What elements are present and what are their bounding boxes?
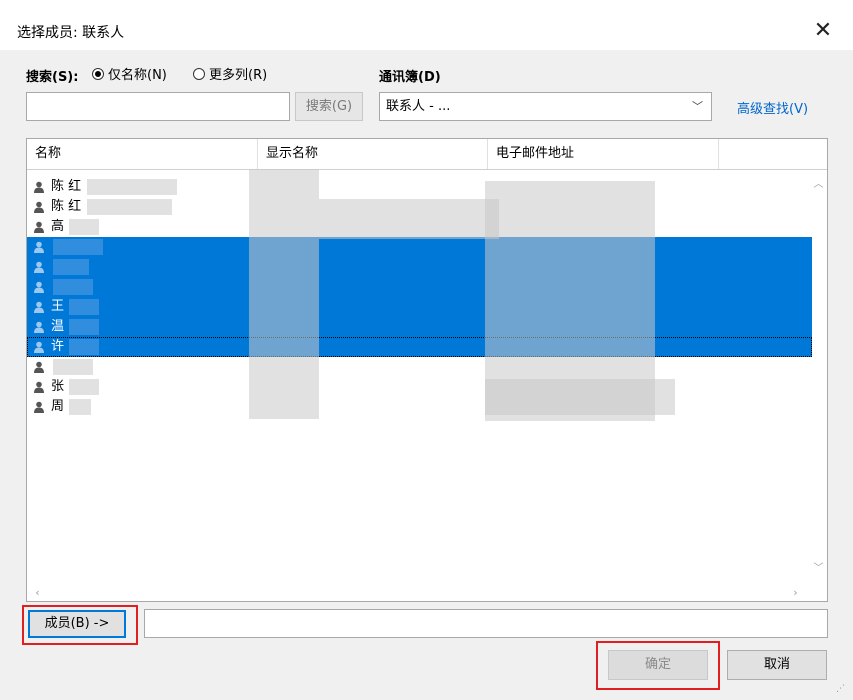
list-item[interactable]: 陈 红 [27,177,812,197]
contact-name: 周 [51,399,65,414]
contacts-list[interactable]: 名称 显示名称 电子邮件地址 陈 红 陈 红 高 王 温 许 张 周 ︿ ﹀ ‹… [26,138,828,602]
list-item-selected[interactable] [27,257,812,277]
search-input[interactable] [26,92,290,121]
horizontal-scrollbar[interactable]: ‹ › [27,584,812,601]
list-item-focused[interactable]: 许 [27,337,812,357]
person-icon [34,181,44,193]
list-item-selected[interactable]: 温 [27,317,812,337]
members-input[interactable] [144,609,828,638]
contact-name: 许 [51,339,65,354]
radio-more-columns-label: 更多列(R) [209,68,268,83]
members-button[interactable]: 成员(B) -> [28,610,126,638]
redacted-block [53,259,89,275]
person-icon [34,241,44,253]
redacted-block [53,239,103,255]
person-icon [34,341,44,353]
list-header: 名称 显示名称 电子邮件地址 [27,139,827,170]
radio-name-only-label: 仅名称(N) [108,68,167,83]
resize-grip-icon[interactable]: ⋰ [836,684,848,696]
radio-checked-icon[interactable] [92,67,104,80]
redacted-block [69,219,99,235]
vertical-scrollbar[interactable]: ︿ ﹀ [810,170,827,585]
list-item-selected[interactable]: 王 [27,297,812,317]
redacted-block [53,359,93,375]
redacted-block [69,399,91,415]
list-item-selected[interactable] [27,237,812,257]
redacted-block [69,299,99,315]
list-item[interactable]: 周 [27,397,812,417]
redacted-block [87,179,177,195]
window-title: 选择成员: 联系人 [17,25,125,41]
redacted-display-names [249,169,319,419]
radio-name-only[interactable]: 仅名称(N) [92,64,167,83]
list-item-selected[interactable] [27,277,812,297]
contact-name: 陈 红 [51,199,82,214]
person-icon [34,281,44,293]
list-item[interactable]: 张 [27,377,812,397]
addressbook-selected-value: 联系人 - ... [386,99,451,114]
column-header-name[interactable]: 名称 [27,139,258,169]
radio-unchecked-icon[interactable] [193,67,205,80]
redacted-display-names [319,199,499,239]
list-item[interactable] [27,357,812,377]
title-bar: 选择成员: 联系人 ✕ [0,0,853,50]
ok-button[interactable]: 确定 [608,650,708,680]
person-icon [34,381,44,393]
redacted-block [69,319,99,335]
contact-name: 陈 红 [51,179,82,194]
contact-name: 张 [51,379,65,394]
person-icon [34,301,44,313]
cancel-button[interactable]: 取消 [727,650,827,680]
scroll-down-icon[interactable]: ﹀ [810,560,827,577]
person-icon [34,201,44,213]
addressbook-label: 通讯簿(D) [379,70,441,85]
contact-name: 温 [51,319,65,334]
person-icon [34,321,44,333]
column-header-email[interactable]: 电子邮件地址 [488,139,719,169]
close-icon[interactable]: ✕ [808,16,838,46]
redacted-block [53,279,93,295]
addressbook-select[interactable]: 联系人 - ... ﹀ [379,92,712,121]
search-button[interactable]: 搜索(G) [295,92,363,121]
scroll-up-icon[interactable]: ︿ [810,176,827,193]
contact-name: 高 [51,219,65,234]
person-icon [34,361,44,373]
advanced-find-link[interactable]: 高级查找(V) [737,98,808,117]
person-icon [34,261,44,273]
search-label: 搜索(S): [26,70,79,85]
redacted-emails [485,379,675,415]
redacted-block [87,199,172,215]
chevron-down-icon[interactable]: ﹀ [692,93,703,120]
scroll-right-icon[interactable]: › [787,584,804,601]
radio-more-columns[interactable]: 更多列(R) [193,64,267,83]
person-icon [34,221,44,233]
contact-name: 王 [51,299,65,314]
redacted-block [69,339,99,355]
person-icon [34,401,44,413]
redacted-block [69,379,99,395]
scroll-left-icon[interactable]: ‹ [29,584,46,601]
column-header-display-name[interactable]: 显示名称 [258,139,488,169]
